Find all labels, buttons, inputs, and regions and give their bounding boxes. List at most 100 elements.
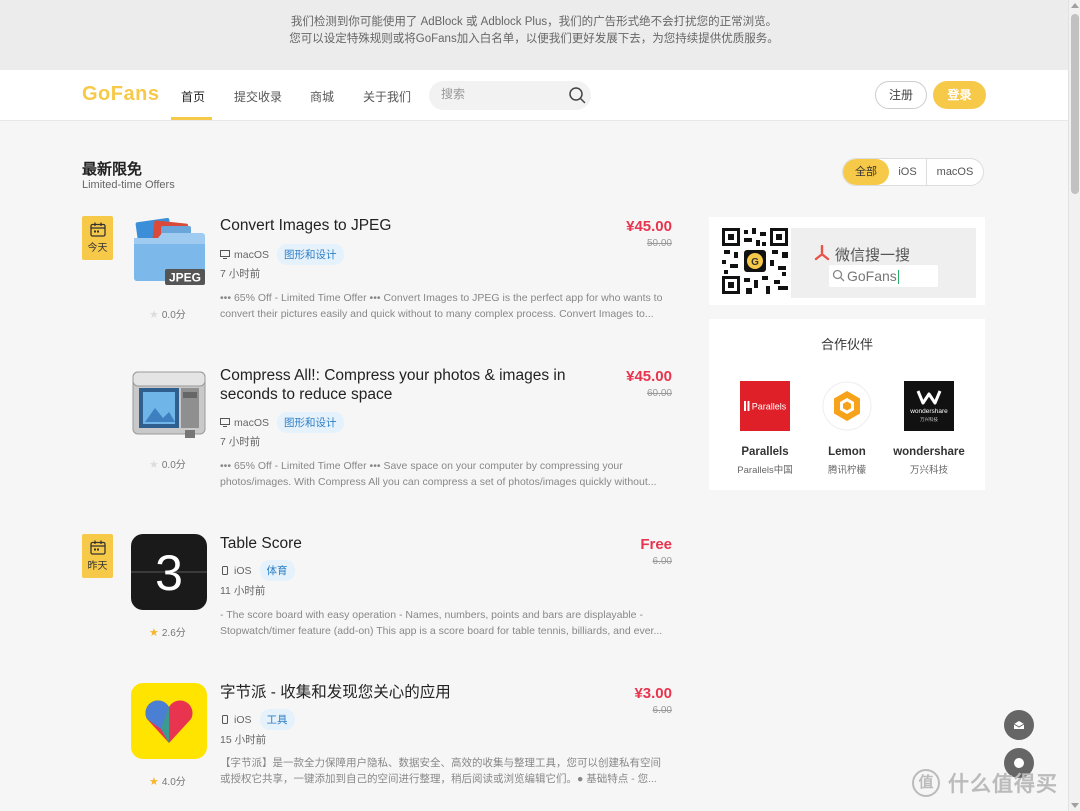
price-now: ¥3.00 xyxy=(634,685,672,702)
phone-icon xyxy=(222,566,228,575)
star-icon: ★ xyxy=(149,776,159,788)
svg-text:JPEG: JPEG xyxy=(169,271,201,285)
partner-cn-name: 万兴科技 xyxy=(909,465,948,476)
qr-code-icon: G xyxy=(722,228,788,294)
folder-jpeg-icon[interactable]: JPEG xyxy=(131,216,207,292)
posted-time: 7 小时前 xyxy=(220,436,261,448)
smzdm-watermark-logo: 值 xyxy=(912,769,940,797)
partner-lemon[interactable]: Lemon 腾讯柠檬 xyxy=(807,381,887,476)
desktop-icon xyxy=(220,418,230,427)
platform-label: macOS xyxy=(234,416,270,429)
rating: ★ 2.6分 xyxy=(149,624,186,639)
price-block: ¥45.00 50.00 xyxy=(626,218,672,249)
scroll-down-arrow-icon[interactable] xyxy=(1071,803,1079,808)
category-tag[interactable]: 图形和设计 xyxy=(277,244,344,265)
platform-label: iOS xyxy=(234,564,252,577)
search-icon[interactable] xyxy=(567,85,587,105)
app-description: 【字节派】是一款全力保障用户隐私、数据安全、高效的收集与整理工具，您可以创建私有… xyxy=(220,757,661,785)
nav-shop[interactable]: 商城 xyxy=(310,88,334,105)
site-header: GoFans 首页 提交收录 商城 关于我们 注册 登录 xyxy=(0,70,1068,121)
platform-label: macOS xyxy=(234,248,270,261)
register-button[interactable]: 注册 xyxy=(875,81,927,109)
feedback-button[interactable] xyxy=(1004,710,1034,740)
app-description: - The score board with easy operation - … xyxy=(220,609,663,637)
rating-value: 0.0分 xyxy=(161,460,186,471)
price-now: ¥45.00 xyxy=(626,218,672,235)
category-tag[interactable]: 工具 xyxy=(259,709,295,730)
category-tag[interactable]: 图形和设计 xyxy=(277,412,344,433)
login-button[interactable]: 登录 xyxy=(933,81,986,109)
calendar-icon xyxy=(89,540,106,555)
adblock-notice: 我们检测到你可能使用了 AdBlock 或 Adblock Plus，我们的广告… xyxy=(0,0,1068,70)
wondershare-logo-text: wondershare xyxy=(909,408,948,415)
scoreboard-icon[interactable]: 3 xyxy=(131,534,207,610)
price-old: 6.00 xyxy=(652,705,672,716)
partners-panel: 合作伙伴 Parallels Parallels Parallels中国 Lem… xyxy=(709,319,985,490)
price-block: Free 6.00 xyxy=(640,536,672,567)
search-input[interactable] xyxy=(441,87,561,101)
price-block: ¥45.00 60.00 xyxy=(626,368,672,399)
rating: ★ 0.0分 xyxy=(149,306,186,321)
svg-text:G: G xyxy=(751,257,759,268)
list-item[interactable]: 今天 JPEG ★ 0.0分 Convert Images to JPEG mac… xyxy=(82,216,674,328)
app-meta: macOS 图形和设计 xyxy=(220,244,344,265)
phone-icon xyxy=(222,715,228,724)
scoreboard-digit: 3 xyxy=(155,545,183,601)
parallels-logo: Parallels xyxy=(740,381,790,431)
compress-vise-icon[interactable] xyxy=(131,366,207,442)
price-old: 6.00 xyxy=(652,556,672,567)
scroll-thumb[interactable] xyxy=(1071,14,1079,194)
nav-home[interactable]: 首页 xyxy=(181,88,205,105)
nav-active-indicator xyxy=(171,117,212,120)
day-badge: 昨天 xyxy=(82,534,113,578)
wechat-search-logo-icon xyxy=(814,245,830,261)
app-description: ••• 65% Off - Limited Time Offer ••• Con… xyxy=(220,292,663,320)
heart-icon[interactable] xyxy=(131,683,207,759)
posted-time: 11 小时前 xyxy=(220,585,266,597)
price-now: Free xyxy=(640,536,672,553)
filter-all[interactable]: 全部 xyxy=(843,159,889,185)
page-scrollbar[interactable] xyxy=(1068,0,1080,811)
list-item[interactable]: ★ 0.0分 Compress All!: Compress your photo… xyxy=(82,366,674,496)
section-title: 最新限免 xyxy=(82,161,143,178)
wechat-search-text: GoFans xyxy=(847,268,897,284)
search-box xyxy=(429,81,591,110)
wechat-search-field: GoFans xyxy=(829,265,938,287)
partner-parallels[interactable]: Parallels Parallels Parallels中国 xyxy=(725,381,805,476)
rating-value: 2.6分 xyxy=(161,628,186,639)
wondershare-logo: wondershare 万兴科技 xyxy=(904,381,954,431)
nav-submit[interactable]: 提交收录 xyxy=(234,88,282,105)
partner-name: Parallels xyxy=(741,446,789,458)
filter-ios[interactable]: iOS xyxy=(889,159,927,185)
list-item[interactable]: ★ 4.0分 字节派 - 收集和发现您关心的应用 iOS 工具 15 小时前 【字… xyxy=(82,683,674,795)
app-meta: iOS 体育 xyxy=(220,560,295,581)
star-icon: ★ xyxy=(149,309,159,321)
app-title[interactable]: 字节派 - 收集和发现您关心的应用 xyxy=(220,683,590,702)
search-icon xyxy=(832,269,845,282)
app-title[interactable]: Convert Images to JPEG xyxy=(220,216,590,235)
star-icon: ★ xyxy=(149,459,159,471)
partner-wondershare[interactable]: wondershare 万兴科技 wondershare 万兴科技 xyxy=(889,381,969,476)
posted-time: 15 小时前 xyxy=(220,734,267,746)
price-block: ¥3.00 6.00 xyxy=(634,685,672,716)
app-title[interactable]: Compress All!: Compress your photos & im… xyxy=(220,366,590,404)
scroll-up-arrow-icon[interactable] xyxy=(1071,3,1079,8)
app-meta: iOS 工具 xyxy=(220,709,295,730)
mail-icon xyxy=(1013,721,1025,729)
lemon-logo xyxy=(822,381,872,431)
nav-about[interactable]: 关于我们 xyxy=(363,88,411,105)
app-title[interactable]: Table Score xyxy=(220,534,590,553)
list-item[interactable]: 昨天 3 ★ 2.6分 Table Score iOS 体育 11 小时前 - T… xyxy=(82,534,674,646)
price-old: 50.00 xyxy=(646,238,672,249)
price-old: 60.00 xyxy=(646,388,672,399)
adblock-notice-line2: 您可以设定特殊规则或将GoFans加入白名单，以便我们更好发展下去，为您持续提供… xyxy=(289,33,779,45)
filter-macos[interactable]: macOS xyxy=(927,159,983,185)
wondershare-logo-subtext: 万兴科技 xyxy=(920,416,938,423)
day-badge-label: 昨天 xyxy=(87,561,108,572)
category-tag[interactable]: 体育 xyxy=(259,560,295,581)
adblock-notice-line1: 我们检测到你可能使用了 AdBlock 或 Adblock Plus，我们的广告… xyxy=(290,16,778,28)
platform-label: iOS xyxy=(234,713,252,726)
gofans-logo[interactable]: GoFans xyxy=(82,83,159,106)
rating: ★ 4.0分 xyxy=(149,773,186,788)
day-badge: 今天 xyxy=(82,216,113,260)
